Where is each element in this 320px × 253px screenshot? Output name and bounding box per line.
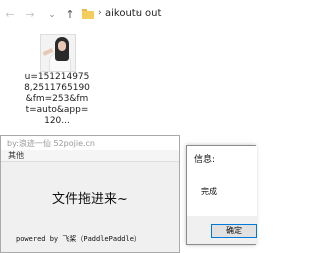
ok-button[interactable]: 确定 [211, 224, 257, 238]
forward-arrow-icon[interactable]: → [24, 8, 36, 22]
dialog-body: 完成 [187, 166, 257, 216]
dialog-title-bar[interactable]: 信息: [187, 146, 257, 166]
breadcrumb-separator-icon[interactable]: › [136, 8, 140, 18]
image-file-item[interactable]: u=1512149758,2511765190&fm=253&fmt=auto&… [24, 34, 90, 126]
address-bar: ← → ⌄ ↑ › aikoutu › out [0, 0, 253, 30]
dialog-title: 信息: [194, 155, 216, 165]
recent-locations-chevron-icon[interactable]: ⌄ [46, 8, 58, 22]
drop-area[interactable]: 文件拖进来~ powered by 飞桨（PaddlePaddle） [1, 162, 179, 252]
powered-by-label: powered by 飞桨（PaddlePaddle） [16, 235, 141, 243]
image-thumbnail [40, 34, 76, 72]
dialog-footer: 确定 [187, 216, 257, 244]
up-arrow-icon[interactable]: ↑ [64, 8, 76, 22]
folder-icon [82, 9, 94, 19]
window-title-bar[interactable]: by:浪迹一仙 52pojie.cn [1, 136, 179, 150]
breadcrumb-out[interactable]: out [145, 8, 161, 19]
breadcrumb-separator-icon[interactable]: › [98, 8, 102, 18]
drag-drop-window: by:浪迹一仙 52pojie.cn 其他 文件拖进来~ powered by … [0, 135, 180, 253]
drop-hint-text: 文件拖进来~ [52, 192, 128, 207]
menu-item-other[interactable]: 其他 [8, 150, 24, 161]
window-title: by:浪迹一仙 52pojie.cn [7, 139, 95, 148]
message-dialog: 信息: 完成 确定 [186, 145, 257, 245]
file-name-label: u=1512149758,2511765190&fm=253&fmt=auto&… [24, 72, 90, 126]
dialog-message: 完成 [201, 187, 217, 196]
back-arrow-icon[interactable]: ← [4, 8, 16, 22]
menu-bar: 其他 [1, 150, 179, 162]
